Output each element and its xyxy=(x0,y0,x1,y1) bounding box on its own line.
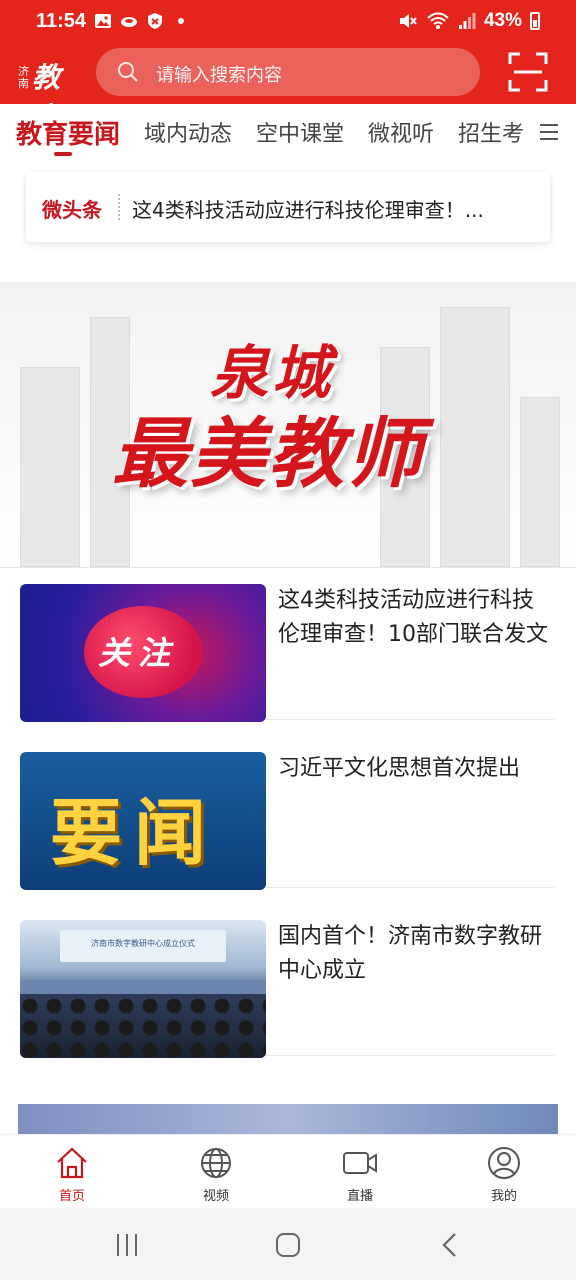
app-header: 济南 教育 请输入搜索内容 xyxy=(0,44,576,134)
news-thumbnail: 济南市数字教研中心成立仪式 xyxy=(20,920,266,1058)
nav-profile-label: 我的 xyxy=(490,1189,517,1204)
tab-local-news[interactable]: 域内动态 xyxy=(144,116,232,148)
nav-home[interactable]: 首页 xyxy=(0,1135,144,1209)
shield-icon xyxy=(148,13,162,29)
search-placeholder: 请输入搜索内容 xyxy=(156,65,282,86)
nav-video[interactable]: 视频 xyxy=(144,1135,288,1209)
micro-headline-text: 这4类科技活动应进行科技伦理审查！... xyxy=(132,198,484,222)
search-input[interactable]: 请输入搜索内容 xyxy=(96,48,480,96)
news-item[interactable]: 关注 这4类科技活动应进行科技伦理审查！10部门联合发文 xyxy=(20,568,554,722)
tab-admission[interactable]: 招生考 xyxy=(458,116,524,148)
battery-icon xyxy=(530,12,540,30)
tab-active-indicator xyxy=(54,152,72,156)
micro-headline-label: 微头条 xyxy=(42,198,102,222)
category-tabs: 教育要闻 域内动态 空中课堂 微视听 招生考 xyxy=(0,104,576,160)
nav-profile[interactable]: 我的 xyxy=(432,1135,576,1209)
system-navigation-bar xyxy=(0,1208,576,1280)
thumb-audience xyxy=(20,994,266,1058)
news-title: 习近平文化思想首次提出 xyxy=(278,756,521,781)
nav-live[interactable]: 直播 xyxy=(288,1135,432,1209)
home-button-icon[interactable] xyxy=(273,1230,303,1260)
divider xyxy=(118,194,120,220)
thumb-label: 要闻 xyxy=(50,791,219,875)
status-right-icons: 43% xyxy=(398,10,540,32)
status-time: 11:54 xyxy=(36,10,87,32)
nav-video-label: 视频 xyxy=(202,1189,229,1204)
home-icon xyxy=(57,1147,87,1179)
scan-icon[interactable] xyxy=(508,52,548,92)
tab-education-news[interactable]: 教育要闻 xyxy=(16,114,120,151)
status-bar: 11:54 43% xyxy=(0,0,576,44)
micro-headline-card[interactable]: 微头条 这4类科技活动应进行科技伦理审查！... xyxy=(26,172,550,242)
banner-building xyxy=(520,397,560,567)
search-icon xyxy=(118,62,138,82)
nav-home-label: 首页 xyxy=(58,1189,85,1204)
menu-icon[interactable] xyxy=(538,122,560,142)
thumb-label: 关注 xyxy=(98,634,179,672)
signal-icon xyxy=(458,13,476,29)
user-icon xyxy=(488,1147,520,1179)
news-thumbnail: 要闻 xyxy=(20,752,266,890)
news-title: 这4类科技活动应进行科技伦理审查！10部门联合发文 xyxy=(278,588,548,647)
back-icon[interactable] xyxy=(436,1230,466,1260)
banner-best-teachers[interactable]: 泉城 最美教师 xyxy=(0,282,576,568)
app-logo: 济南 教育 xyxy=(18,52,78,134)
news-thumbnail: 关注 xyxy=(20,584,266,722)
news-item[interactable]: 济南市数字教研中心成立仪式 国内首个！济南市数字教研中心成立 xyxy=(20,904,554,1058)
banner-building xyxy=(440,307,510,567)
bottom-navigation: 首页 视频 直播 我的 xyxy=(0,1134,576,1208)
battery-percent: 43% xyxy=(483,10,522,31)
thumb-stage-screen: 济南市数字教研中心成立仪式 xyxy=(60,930,226,962)
mute-icon xyxy=(399,14,417,28)
banner-title-line2: 最美教师 xyxy=(112,409,424,498)
thumb-screen-text: 济南市数字教研中心成立仪式 xyxy=(91,939,195,948)
wifi-icon xyxy=(427,12,449,29)
banner-building xyxy=(20,367,80,567)
news-item[interactable]: 要闻 习近平文化思想首次提出 xyxy=(20,736,554,890)
tab-air-classroom[interactable]: 空中课堂 xyxy=(256,116,344,148)
status-left-icons xyxy=(94,12,190,30)
cloud-icon xyxy=(121,17,137,27)
image-icon xyxy=(95,14,111,28)
camera-icon xyxy=(343,1152,377,1174)
news-title: 国内首个！济南市数字教研中心成立 xyxy=(278,924,543,983)
tab-micro-video[interactable]: 微视听 xyxy=(368,116,434,148)
nav-live-label: 直播 xyxy=(346,1189,373,1204)
globe-icon xyxy=(201,1148,231,1178)
logo-small-text: 济南 xyxy=(18,65,29,90)
dot-icon xyxy=(178,18,184,24)
partial-banner[interactable] xyxy=(18,1104,558,1134)
recent-apps-icon[interactable] xyxy=(112,1230,142,1260)
